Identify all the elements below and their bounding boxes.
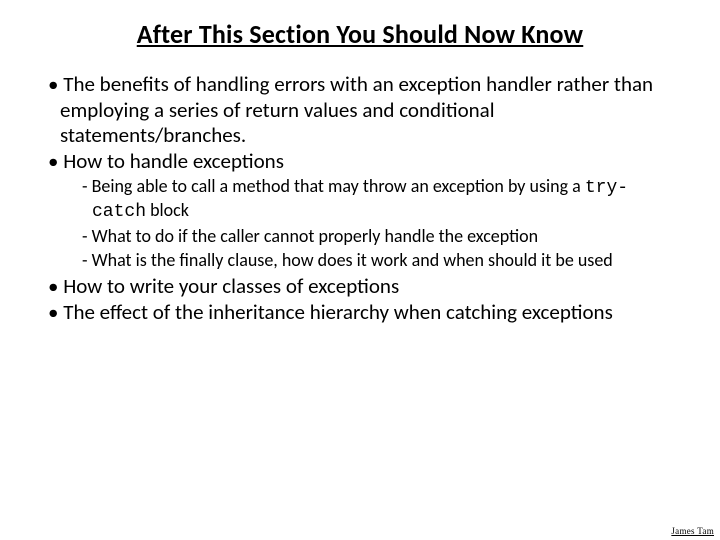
sub-bullet-text: block [146, 199, 189, 221]
bullet-item: How to handle exceptions [48, 149, 672, 175]
bullet-item: How to write your classes of exceptions [48, 274, 672, 300]
footer-author: James Tam [671, 526, 714, 536]
bullet-list: The benefits of handling errors with an … [48, 72, 672, 325]
bullet-item: The benefits of handling errors with an … [48, 72, 672, 149]
bullet-item: The effect of the inheritance hierarchy … [48, 300, 672, 326]
slide-title: After This Section You Should Now Know [48, 18, 672, 50]
sub-bullet-text: Being able to call a method that may thr… [92, 175, 585, 197]
sub-bullet-item: What to do if the caller cannot properly… [48, 226, 672, 248]
sub-bullet-item: What is the finally clause, how does it … [48, 250, 672, 272]
slide-content: After This Section You Should Now Know T… [0, 0, 720, 325]
sub-bullet-item: Being able to call a method that may thr… [48, 176, 672, 224]
